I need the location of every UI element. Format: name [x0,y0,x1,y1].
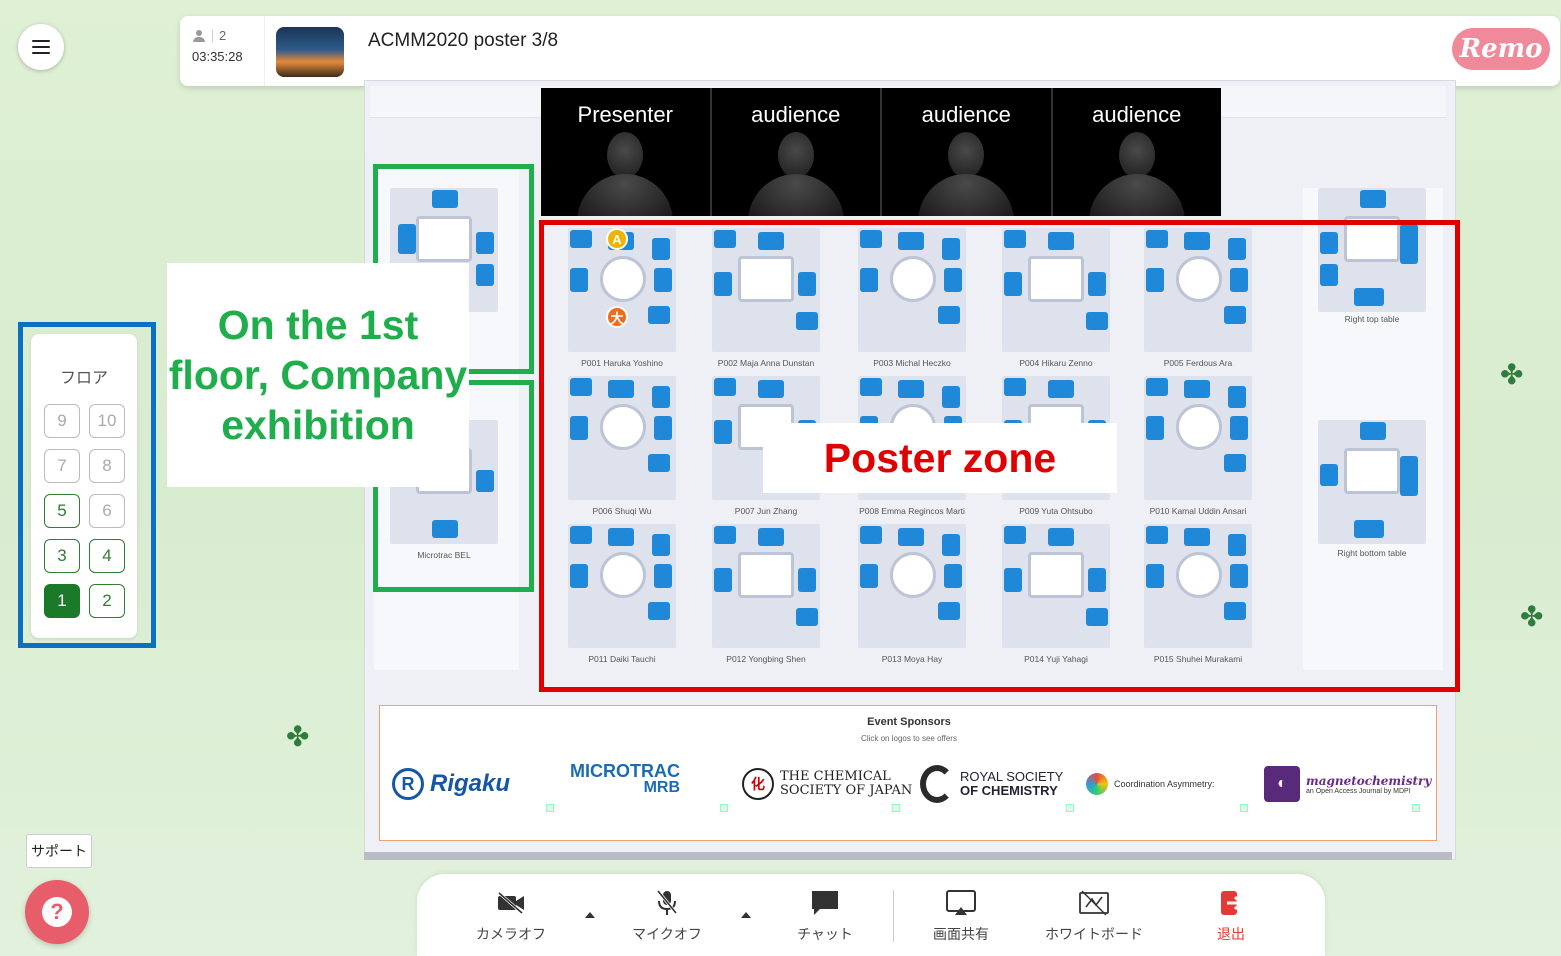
video-tile-audience[interactable]: audience [1052,88,1221,216]
sponsor-logo-rsc[interactable]: ROYAL SOCIETY OF CHEMISTRY [920,762,1063,806]
sponsor-logo-microtrac[interactable]: MICROTRAC MRB [570,762,680,806]
sponsor-title: Event Sponsors [867,716,951,728]
camera-off-icon [463,888,559,918]
participant-count: 2 [219,28,227,43]
video-tile-audience[interactable]: audience [882,88,1051,216]
sponsor-logo-coordination[interactable]: Coordination Asymmetry: [1086,762,1215,806]
video-tile-audience[interactable]: audience [711,88,880,216]
floor-button-10[interactable]: 10 [89,404,125,438]
mic-options-caret[interactable] [741,912,751,918]
elapsed-time: 03:35:28 [192,49,243,64]
sponsor-banner: Event Sponsors Click on logos to see off… [379,705,1437,841]
floor-button-4[interactable]: 4 [89,539,125,573]
video-tile-name: Presenter [577,102,673,127]
clover-decoration: ✤ [286,721,310,752]
csj-mark-icon: 化 [742,768,774,800]
mic-off-icon [619,888,715,918]
support-tooltip: サポート [26,834,92,868]
top-bar: 2 03:35:28 ACMM2020 poster 3/8 Remo [180,16,1560,86]
floor-button-2[interactable]: 2 [89,584,125,618]
floor-button-3[interactable]: 3 [44,539,80,573]
person-icon [192,29,206,42]
floor-button-9[interactable]: 9 [44,404,80,438]
chat-button[interactable]: チャット [777,888,873,944]
floor-panel: フロア 9 10 7 8 5 6 3 4 1 2 [31,334,137,638]
camera-off-button[interactable]: カメラオフ [463,888,559,944]
exit-button[interactable]: 退出 [1183,888,1279,944]
video-strip: Presenter audience audience audience [541,88,1221,216]
floor-button-8[interactable]: 8 [89,449,125,483]
event-title: ACMM2020 poster 3/8 [368,30,559,51]
chat-icon [777,888,873,918]
bottom-toolbar: カメラオフ マイクオフ チャット 画面共有 ホワイトボード 退出 [417,874,1325,956]
remo-logo[interactable]: Remo [1452,28,1550,70]
external-link-icon[interactable] [1412,804,1420,812]
external-link-icon[interactable] [892,804,900,812]
event-meta: 2 03:35:28 [192,28,270,64]
event-thumbnail [276,27,344,77]
sponsor-logo-magnetochemistry[interactable]: ◐ magnetochemistry an Open Access Journa… [1264,762,1431,806]
support-button[interactable]: ? [25,880,89,944]
menu-button[interactable] [18,24,64,70]
screen-share-button[interactable]: 画面共有 [913,888,1009,944]
external-link-icon[interactable] [546,804,554,812]
rigaku-mark-icon: R [392,768,424,800]
magnet-icon: ◐ [1264,766,1300,802]
video-tile-presenter[interactable]: Presenter [541,88,710,216]
floor-title: フロア [59,370,108,387]
mic-off-button[interactable]: マイクオフ [619,888,715,944]
rsc-mark-icon [920,765,954,803]
floor-button-5[interactable]: 5 [44,494,80,528]
video-tile-name: audience [921,102,1011,127]
hamburger-icon [32,40,50,54]
video-tile-name: audience [1092,102,1182,127]
video-tile-name: audience [751,102,841,127]
exit-icon [1183,888,1279,918]
external-link-icon[interactable] [720,804,728,812]
floor-button-7[interactable]: 7 [44,449,80,483]
map-scrollbar[interactable] [364,852,1452,860]
external-link-icon[interactable] [1066,804,1074,812]
sponsor-subtitle: Click on logos to see offers [861,734,957,743]
poster-zone-note: Poster zone [763,423,1117,493]
whiteboard-icon [1031,888,1157,918]
company-exhibition-note: On the 1st floor, Company exhibition [167,263,469,487]
whiteboard-button[interactable]: ホワイトボード [1031,888,1157,944]
clover-decoration: ✤ [1500,359,1524,390]
camera-options-caret[interactable] [585,912,595,918]
floor-button-6[interactable]: 6 [89,494,125,528]
floor-button-1[interactable]: 1 [44,584,80,618]
screen-share-icon [913,888,1009,918]
external-link-icon[interactable] [1240,804,1248,812]
sponsor-logo-rigaku[interactable]: R Rigaku [392,762,510,806]
sponsor-logo-csj[interactable]: 化 THE CHEMICAL SOCIETY OF JAPAN [742,762,912,806]
coordination-mark-icon [1086,773,1108,795]
question-icon: ? [42,897,72,927]
clover-decoration: ✤ [1520,601,1544,632]
